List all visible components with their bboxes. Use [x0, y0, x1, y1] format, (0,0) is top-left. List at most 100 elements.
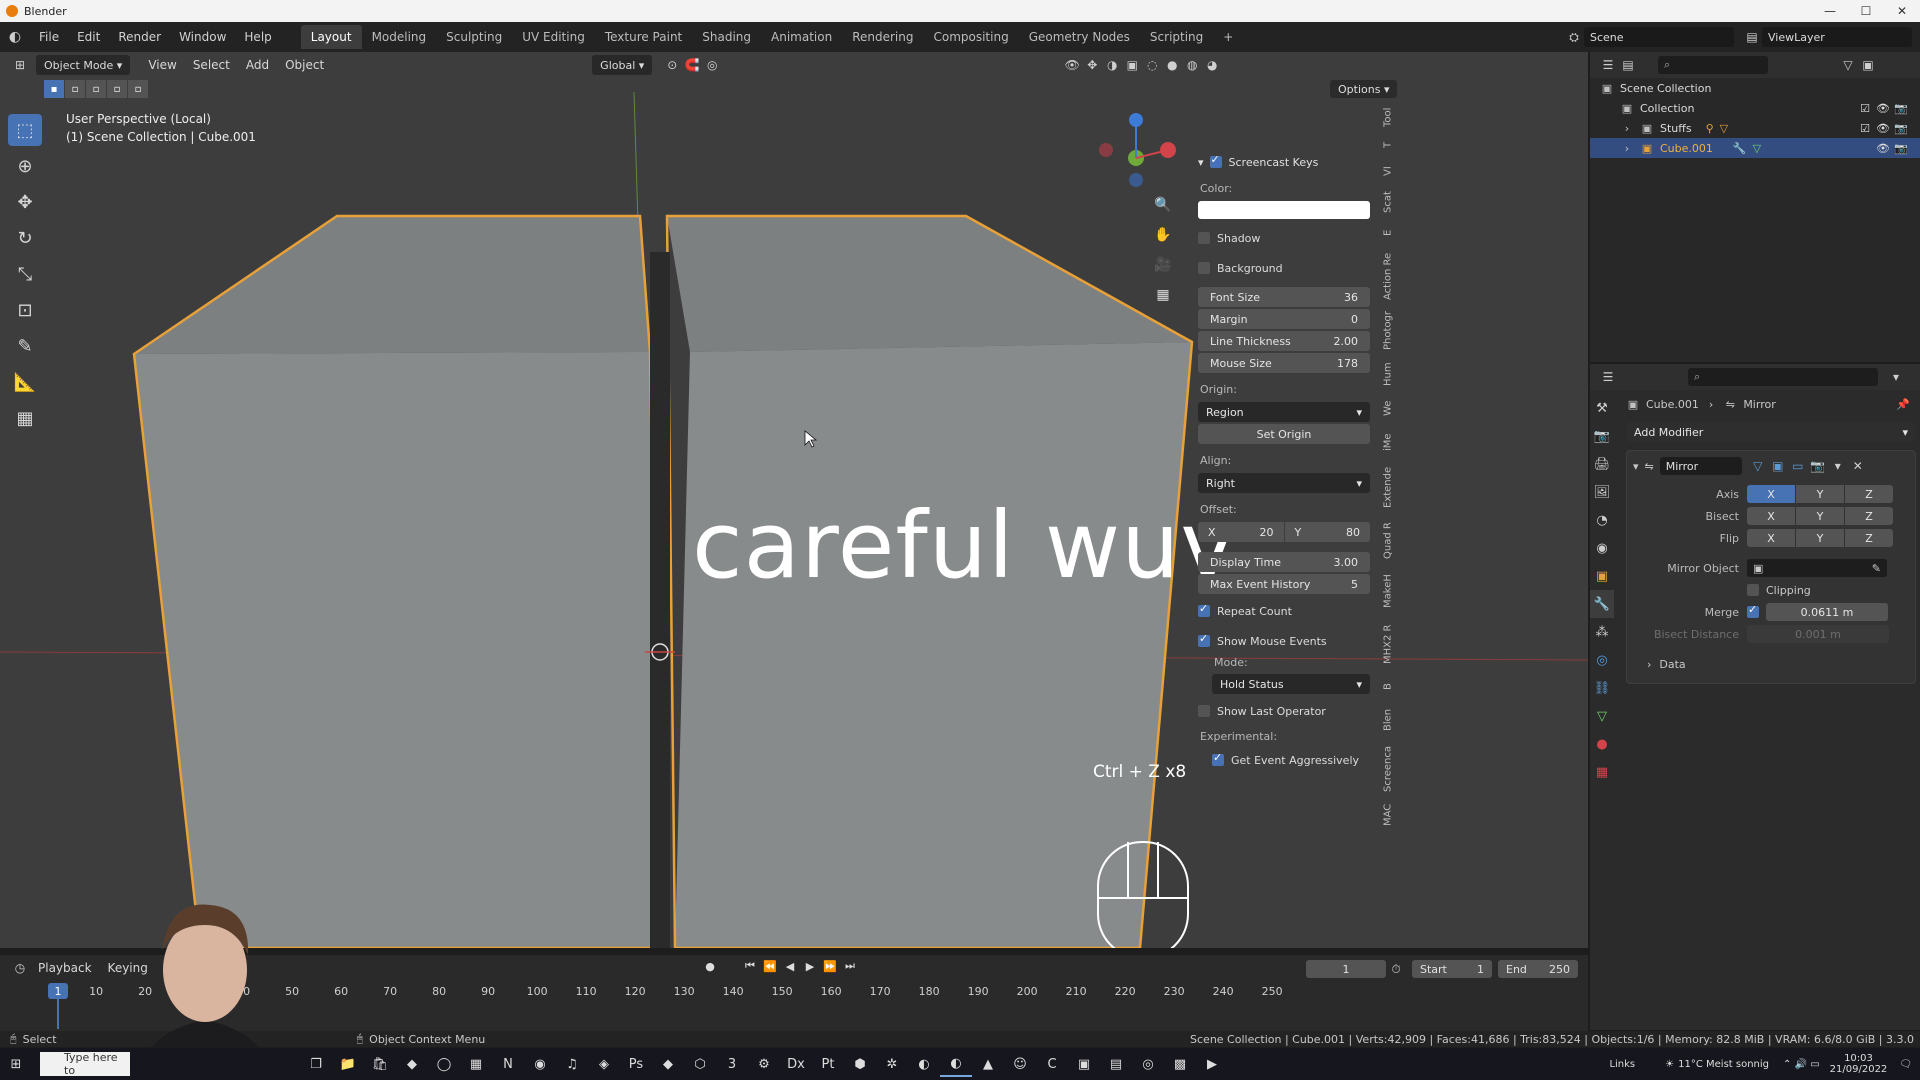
outliner-item-stuffs[interactable]: › ▣ Stuffs ⚲ ▽ ☑ 👁 📷: [1590, 118, 1920, 138]
side-tab-action-re[interactable]: Action Re: [1378, 246, 1398, 306]
tab-animation[interactable]: Animation: [761, 25, 842, 49]
side-tab-mac[interactable]: MAC: [1378, 798, 1398, 832]
chrome-icon[interactable]: ◉: [524, 1051, 556, 1077]
next-keyframe-icon[interactable]: ⏩: [820, 960, 840, 973]
collapse-arrow-icon[interactable]: ▾: [1633, 460, 1639, 473]
pivot-icon[interactable]: ⊙: [662, 55, 682, 75]
show-last-operator-row[interactable]: Show Last Operator: [1198, 700, 1370, 722]
outliner[interactable]: ☰ ▤ ⌕ ▽ ▣ ▣ Scene Collection ▣ Collectio…: [1590, 52, 1920, 362]
flip-z-toggle[interactable]: Z: [1845, 529, 1893, 547]
select-new-icon[interactable]: ▪: [44, 80, 64, 98]
menu-render[interactable]: Render: [109, 30, 170, 44]
align-dropdown[interactable]: Right ▾: [1198, 473, 1370, 493]
viewport-menu-object[interactable]: Object: [277, 58, 332, 72]
editor-type-icon[interactable]: ⊞: [10, 55, 30, 75]
add-cube-tool[interactable]: ▦: [8, 402, 42, 434]
app-icon[interactable]: ◆: [652, 1051, 684, 1077]
end-frame-field[interactable]: End 250: [1498, 960, 1578, 978]
side-tab-hum[interactable]: Hum: [1378, 356, 1398, 392]
new-collection-icon[interactable]: ▣: [1858, 55, 1878, 75]
world-tab-icon[interactable]: ◉: [1590, 534, 1614, 562]
modifier-tab-icon[interactable]: 🔧: [1590, 590, 1614, 618]
bisect-z-toggle[interactable]: Z: [1845, 507, 1893, 525]
store-icon[interactable]: 🛍: [364, 1051, 396, 1077]
vlc-icon[interactable]: ▲: [972, 1051, 1004, 1077]
app-icon[interactable]: Dx: [780, 1051, 812, 1077]
remove-modifier-icon[interactable]: ✕: [1848, 456, 1868, 476]
app-icon[interactable]: ▩: [1164, 1051, 1196, 1077]
side-tab-b[interactable]: B: [1378, 674, 1398, 700]
display-time-field[interactable]: Display Time 3.00: [1198, 552, 1370, 572]
bisect-x-toggle[interactable]: X: [1747, 507, 1795, 525]
flip-y-toggle[interactable]: Y: [1796, 529, 1844, 547]
flip-x-toggle[interactable]: X: [1747, 529, 1795, 547]
merge-checkbox[interactable]: [1747, 603, 1759, 618]
visibility-icon[interactable]: 👁: [1062, 55, 1082, 75]
ortho-grid-icon[interactable]: ▦: [1150, 282, 1176, 308]
minimize-button[interactable]: —: [1812, 0, 1848, 22]
select-box-tool[interactable]: ⬚: [8, 114, 42, 146]
wireframe-shading-icon[interactable]: ◌: [1142, 55, 1162, 75]
bisect-distance-field[interactable]: 0.001 m: [1747, 625, 1889, 643]
proportional-edit-icon[interactable]: ◎: [702, 55, 722, 75]
tab-uv-editing[interactable]: UV Editing: [512, 25, 595, 49]
side-tab-mhx2-r[interactable]: MHX2 R: [1378, 614, 1398, 674]
timeline-menu-playback[interactable]: Playback: [30, 961, 100, 975]
windows-start-icon[interactable]: ⊞: [0, 1051, 32, 1077]
pin-icon[interactable]: 📌: [1896, 398, 1910, 411]
app-icon[interactable]: N: [492, 1051, 524, 1077]
mode-dropdown[interactable]: Object Mode ▾: [36, 55, 131, 75]
play-icon[interactable]: ▶: [800, 960, 820, 973]
side-tab-photogr[interactable]: Photogr: [1378, 306, 1398, 356]
app-icon[interactable]: ◈: [588, 1051, 620, 1077]
eye-icon[interactable]: 👁: [1874, 142, 1892, 155]
background-checkbox[interactable]: [1198, 262, 1210, 274]
scene-selector[interactable]: Scene: [1584, 27, 1734, 47]
data-subpanel-header[interactable]: › Data: [1627, 653, 1915, 675]
app-icon[interactable]: ⬡: [684, 1051, 716, 1077]
snap-icon[interactable]: 🧲: [682, 55, 702, 75]
viewport-menu-select[interactable]: Select: [185, 58, 238, 72]
3d-viewport[interactable]: ⊞ Object Mode ▾ View Select Add Object G…: [0, 52, 1588, 948]
scene-tab-icon[interactable]: ◔: [1590, 506, 1614, 534]
outliner-editor-icon[interactable]: ☰: [1598, 55, 1618, 75]
taskbar-search-input[interactable]: Type here to: [40, 1051, 130, 1077]
jump-end-icon[interactable]: ⏭: [840, 959, 860, 973]
file-explorer-icon[interactable]: 📁: [332, 1051, 364, 1077]
set-origin-button[interactable]: Set Origin: [1198, 424, 1370, 444]
tab-shading[interactable]: Shading: [692, 25, 761, 49]
properties-editor-icon[interactable]: ☰: [1598, 367, 1618, 387]
app-icon[interactable]: ▶: [1196, 1051, 1228, 1077]
side-tab-ime[interactable]: iMe: [1378, 424, 1398, 460]
camera-icon[interactable]: 📷: [1892, 102, 1910, 115]
menu-window[interactable]: Window: [170, 30, 235, 44]
select-invert-icon[interactable]: ▫: [107, 80, 127, 98]
side-tab-t[interactable]: T: [1378, 132, 1398, 158]
rendered-shading-icon[interactable]: ◕: [1202, 55, 1222, 75]
outliner-item-collection[interactable]: ▣ Collection ☑ 👁 📷: [1590, 98, 1920, 118]
shadow-checkbox[interactable]: [1198, 232, 1210, 244]
show-last-operator-checkbox[interactable]: [1198, 705, 1210, 717]
app-icon[interactable]: ⬢: [844, 1051, 876, 1077]
menu-help[interactable]: Help: [235, 30, 280, 44]
scene-icon[interactable]: ⛭: [1564, 27, 1584, 47]
zoom-icon[interactable]: 🔍: [1150, 192, 1176, 218]
scale-tool[interactable]: ⤡: [8, 258, 42, 290]
pan-hand-icon[interactable]: ✋: [1150, 222, 1176, 248]
show-mouse-row[interactable]: Show Mouse Events: [1198, 630, 1370, 652]
view-layer-tab-icon[interactable]: 🖼: [1590, 478, 1614, 506]
photoshop-icon[interactable]: Ps: [620, 1051, 652, 1077]
repeat-count-row[interactable]: Repeat Count: [1198, 600, 1370, 622]
viewport-display-icon[interactable]: ▭: [1788, 456, 1808, 476]
object-tab-icon[interactable]: ▣: [1590, 562, 1614, 590]
max-event-history-field[interactable]: Max Event History 5: [1198, 574, 1370, 594]
mouse-mode-dropdown[interactable]: Hold Status ▾: [1212, 674, 1370, 694]
mirror-object-field[interactable]: ▣ ✎: [1747, 559, 1887, 577]
side-tab-vi[interactable]: VI: [1378, 158, 1398, 184]
rotate-tool[interactable]: ↻: [8, 222, 42, 254]
app-icon[interactable]: Pt: [812, 1051, 844, 1077]
side-tab-scat[interactable]: Scat: [1378, 184, 1398, 220]
line-thickness-field[interactable]: Line Thickness 2.00: [1198, 331, 1370, 351]
outliner-search-input[interactable]: ⌕: [1658, 56, 1768, 74]
expand-arrow-icon[interactable]: ›: [1620, 142, 1634, 155]
